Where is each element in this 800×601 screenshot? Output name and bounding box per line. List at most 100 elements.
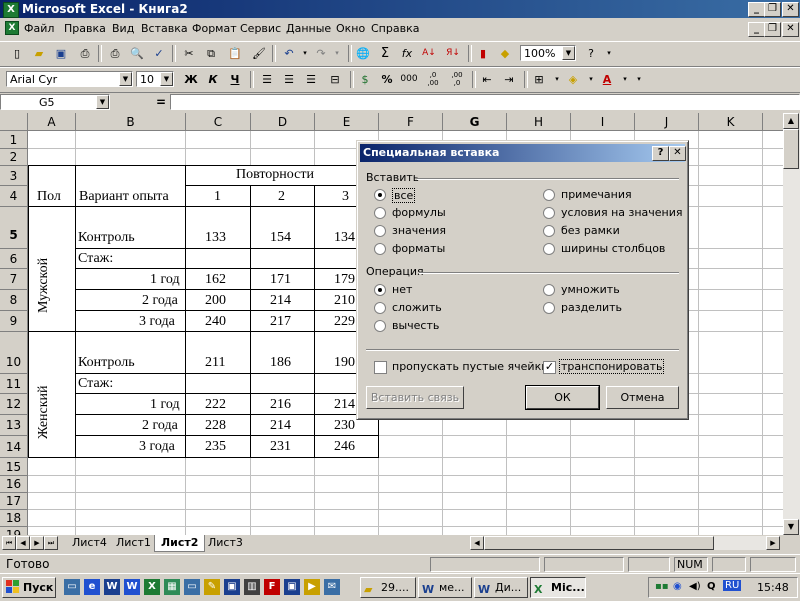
- hyperlink-icon[interactable]: 🌐: [354, 45, 372, 62]
- column-header-a[interactable]: A: [28, 113, 76, 131]
- doc-restore-button[interactable]: ❐: [764, 22, 781, 37]
- menu-insert[interactable]: Вставка: [141, 22, 188, 35]
- autosum-icon[interactable]: Σ: [376, 45, 394, 62]
- scroll-down-icon[interactable]: ▼: [783, 519, 799, 535]
- row-header[interactable]: 12: [0, 394, 28, 415]
- drawing-icon[interactable]: ◆: [496, 45, 514, 62]
- permission-icon[interactable]: ⎙: [76, 45, 94, 62]
- currency-icon[interactable]: $: [356, 71, 374, 88]
- radio-op-multiply[interactable]: [543, 284, 555, 296]
- column-header-d[interactable]: D: [251, 113, 315, 131]
- print-icon[interactable]: ⎙: [106, 45, 124, 62]
- column-header-h[interactable]: H: [507, 113, 571, 131]
- row-header[interactable]: 16: [0, 476, 28, 493]
- menu-tools[interactable]: Сервис: [240, 22, 281, 35]
- font-name-combo[interactable]: Arial Cyr ▼: [6, 71, 133, 87]
- radio-op-divide[interactable]: [543, 302, 555, 314]
- row-header[interactable]: 7: [0, 269, 28, 290]
- app-icon[interactable]: ▥: [244, 579, 260, 595]
- decrease-indent-icon[interactable]: ⇤: [478, 71, 496, 88]
- label-paste-validation[interactable]: условия на значения: [561, 206, 683, 219]
- decrease-decimal-button[interactable]: ,00 ,0: [448, 71, 466, 88]
- select-all-corner[interactable]: [0, 113, 28, 131]
- row-header[interactable]: 10: [0, 332, 28, 374]
- dialog-help-button[interactable]: ?: [652, 146, 669, 161]
- menu-data[interactable]: Данные: [286, 22, 331, 35]
- window-title-bar[interactable]: X Microsoft Excel - Книга2 _ ❐ ✕: [0, 0, 800, 18]
- paste-link-button[interactable]: Вставить связь: [366, 386, 464, 409]
- radio-op-subtract[interactable]: [374, 320, 386, 332]
- menu-file[interactable]: Файл: [24, 22, 54, 35]
- menu-edit[interactable]: Правка: [64, 22, 106, 35]
- row-header[interactable]: 19: [0, 527, 28, 535]
- increase-decimal-button[interactable]: ,0 ,00: [424, 71, 442, 88]
- chevron-down-icon[interactable]: ▼: [119, 72, 132, 86]
- cut-icon[interactable]: ✂: [180, 45, 198, 62]
- merge-center-icon[interactable]: ⊟: [326, 71, 344, 88]
- tray-app-icon[interactable]: ◉: [673, 581, 682, 592]
- label-op-divide[interactable]: разделить: [561, 301, 622, 314]
- chart-wizard-icon[interactable]: ▮: [474, 45, 492, 62]
- scroll-right-icon[interactable]: ▶: [766, 536, 780, 550]
- spelling-icon[interactable]: ✓: [150, 45, 168, 62]
- row-header[interactable]: 17: [0, 493, 28, 510]
- app-icon[interactable]: ▣: [224, 579, 240, 595]
- close-button[interactable]: ✕: [782, 2, 799, 17]
- clock[interactable]: 15:48: [757, 581, 789, 594]
- task-button[interactable]: W Ди...: [474, 577, 528, 598]
- chevron-down-icon[interactable]: ▼: [562, 46, 575, 60]
- font-color-icon[interactable]: A: [598, 71, 616, 88]
- label-op-multiply[interactable]: умножить: [561, 283, 620, 296]
- thousands-button[interactable]: 000: [400, 71, 418, 88]
- save-icon[interactable]: ▣: [52, 45, 70, 62]
- column-header-i[interactable]: I: [571, 113, 635, 131]
- radio-paste-all[interactable]: [374, 189, 386, 201]
- start-button[interactable]: Пуск: [2, 577, 56, 598]
- next-sheet-icon[interactable]: ▶: [30, 536, 44, 550]
- radio-paste-comments[interactable]: [543, 189, 555, 201]
- name-box[interactable]: G5 ▼: [0, 94, 110, 110]
- new-icon[interactable]: ▯: [8, 45, 26, 62]
- app-icon[interactable]: ✉: [324, 579, 340, 595]
- row-header[interactable]: 15: [0, 458, 28, 476]
- label-paste-values[interactable]: значения: [392, 224, 446, 237]
- checkbox-skip-blanks[interactable]: [374, 361, 387, 374]
- doc-close-button[interactable]: ✕: [782, 22, 799, 37]
- align-center-icon[interactable]: ☰: [280, 71, 298, 88]
- toolbar-options-icon[interactable]: ▾: [600, 45, 618, 62]
- column-header-e[interactable]: E: [315, 113, 379, 131]
- font-size-combo[interactable]: 10 ▼: [136, 71, 174, 87]
- label-op-add[interactable]: сложить: [392, 301, 442, 314]
- copy-icon[interactable]: ⧉: [202, 45, 220, 62]
- maximize-button[interactable]: ❐: [764, 2, 781, 17]
- app-icon[interactable]: ▭: [184, 579, 200, 595]
- column-header-b[interactable]: B: [76, 113, 186, 131]
- formula-input[interactable]: [170, 94, 800, 110]
- task-button-active[interactable]: X Mic...: [530, 577, 586, 598]
- scroll-thumb[interactable]: [783, 129, 799, 169]
- row-header[interactable]: 18: [0, 510, 28, 527]
- row-header[interactable]: 6: [0, 249, 28, 269]
- label-transpose[interactable]: транспонировать: [559, 359, 665, 374]
- first-sheet-icon[interactable]: ⏮: [2, 536, 16, 550]
- app-icon[interactable]: ▶: [304, 579, 320, 595]
- browser-icon[interactable]: e: [84, 579, 100, 595]
- menu-help[interactable]: Справка: [371, 22, 419, 35]
- label-paste-formats[interactable]: форматы: [392, 242, 445, 255]
- word-icon[interactable]: W: [104, 579, 120, 595]
- chevron-down-icon[interactable]: ▼: [160, 72, 173, 86]
- borders-icon[interactable]: ⊞: [530, 71, 548, 88]
- label-paste-no-borders[interactable]: без рамки: [561, 224, 620, 237]
- row-header[interactable]: 11: [0, 374, 28, 394]
- column-header-c[interactable]: C: [186, 113, 251, 131]
- column-header-j[interactable]: J: [635, 113, 699, 131]
- sort-descending-icon[interactable]: Я↓: [444, 45, 462, 62]
- insert-function-icon[interactable]: fx: [398, 45, 416, 62]
- vertical-scrollbar[interactable]: ▲ ▼: [783, 113, 800, 535]
- excel-icon[interactable]: X: [3, 2, 19, 18]
- label-paste-all[interactable]: все: [392, 188, 416, 203]
- radio-paste-column-widths[interactable]: [543, 243, 555, 255]
- dialog-close-button[interactable]: ✕: [669, 146, 686, 161]
- excel-icon[interactable]: X: [144, 579, 160, 595]
- row-header[interactable]: 3: [0, 166, 28, 186]
